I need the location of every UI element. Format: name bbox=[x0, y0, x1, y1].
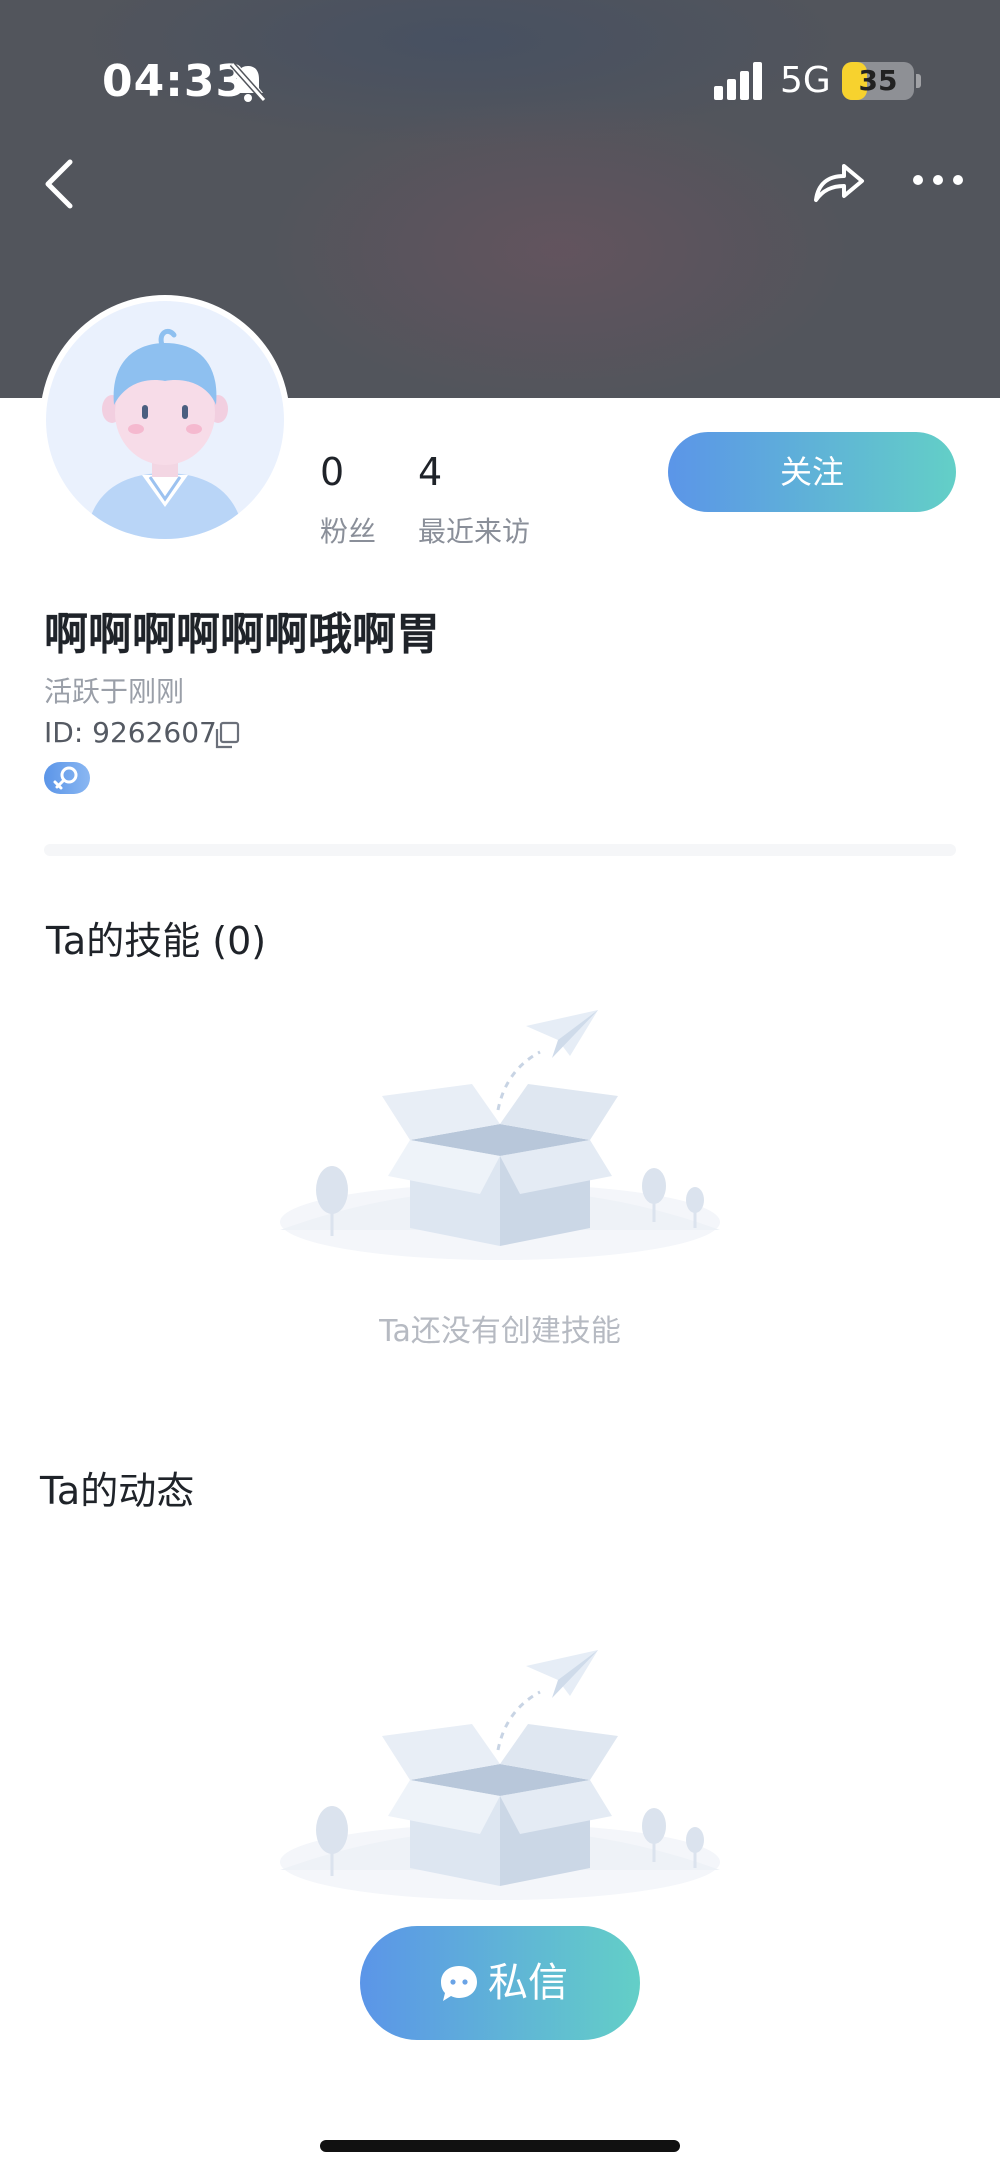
recent-visitors-count[interactable]: 4 bbox=[418, 450, 442, 494]
recent-visitors-label[interactable]: 最近来访 bbox=[418, 510, 530, 550]
battery-cap bbox=[916, 74, 921, 88]
section-divider bbox=[44, 844, 956, 856]
signal-icon bbox=[714, 62, 762, 100]
gender-badge bbox=[44, 762, 90, 794]
bell-muted-icon bbox=[229, 62, 267, 102]
battery-indicator: 35 bbox=[842, 62, 914, 100]
nickname: 啊啊啊啊啊啊哦啊胃 bbox=[44, 609, 440, 660]
status-time: 04:33 bbox=[102, 56, 248, 107]
followers-count[interactable]: 0 bbox=[320, 450, 344, 494]
more-dots-icon[interactable] bbox=[910, 162, 966, 198]
avatar[interactable] bbox=[40, 295, 290, 545]
gender-icon bbox=[53, 766, 78, 790]
network-type: 5G bbox=[780, 60, 831, 101]
followers-label[interactable]: 粉丝 bbox=[320, 510, 376, 550]
user-id: ID: 9262607 bbox=[44, 716, 217, 749]
copy-icon[interactable] bbox=[214, 721, 240, 749]
private-message-button[interactable]: 私信 bbox=[360, 1926, 640, 2040]
home-indicator bbox=[320, 2140, 680, 2152]
skills-section-title: Ta的技能 (0) bbox=[46, 919, 267, 963]
active-status: 活跃于刚刚 bbox=[44, 675, 185, 708]
empty-box-icon bbox=[280, 1010, 720, 1260]
follow-button[interactable]: 关注 bbox=[668, 432, 956, 512]
battery-level: 35 bbox=[858, 64, 898, 97]
avatar-illustration-icon bbox=[86, 328, 244, 539]
skills-empty-text: Ta还没有创建技能 bbox=[379, 1314, 621, 1349]
moments-section-title: Ta的动态 bbox=[40, 1469, 195, 1513]
private-message-label: 私信 bbox=[488, 1960, 568, 2006]
empty-box-icon bbox=[280, 1650, 720, 1900]
chat-bubble-icon bbox=[441, 1966, 477, 2001]
share-arrow-icon[interactable] bbox=[810, 156, 866, 206]
chevron-left-icon[interactable] bbox=[40, 156, 80, 212]
